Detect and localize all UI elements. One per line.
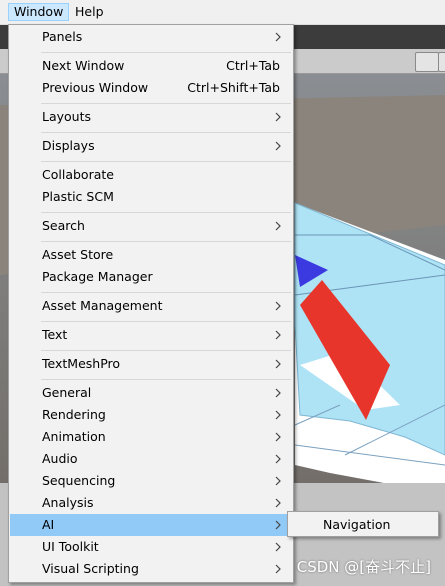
menu-item-panels[interactable]: Panels (10, 26, 292, 48)
menu-separator (41, 292, 291, 293)
menu-item-label: TextMeshPro (42, 356, 121, 371)
menu-separator (41, 132, 291, 133)
menu-separator (41, 161, 291, 162)
chevron-right-icon (275, 330, 281, 340)
menu-item-audio[interactable]: Audio (10, 448, 292, 470)
menu-item-text[interactable]: Text (10, 324, 292, 346)
menu-item-label: Sequencing (42, 473, 116, 488)
menu-item-ai[interactable]: AI (10, 514, 292, 536)
watermark: CSDN @[奋斗不止] (296, 558, 431, 576)
menu-item-plastic-scm[interactable]: Plastic SCM (10, 186, 292, 208)
menu-item-label: Collaborate (42, 167, 114, 182)
menu-item-next-window[interactable]: Next Window Ctrl+Tab (10, 55, 292, 77)
menu-item-layouts[interactable]: Layouts (10, 106, 292, 128)
menubar-help[interactable]: Help (70, 3, 109, 21)
menu-item-label: Search (42, 218, 85, 233)
menu-item-label: AI (42, 517, 55, 532)
chevron-right-icon (275, 112, 281, 122)
menu-item-displays[interactable]: Displays (10, 135, 292, 157)
menu-item-search[interactable]: Search (10, 215, 292, 237)
menu-separator (41, 350, 291, 351)
chevron-right-icon (275, 476, 281, 486)
menu-separator (41, 212, 291, 213)
menu-item-shortcut: Ctrl+Shift+Tab (187, 80, 280, 95)
menu-bar: Window Help (0, 0, 445, 25)
menu-item-label: Package Manager (42, 269, 153, 284)
menu-item-label: Next Window (42, 58, 125, 73)
menu-item-analysis[interactable]: Analysis (10, 492, 292, 514)
chevron-right-icon (275, 520, 281, 530)
menu-item-label: Layouts (42, 109, 92, 124)
chevron-right-icon (275, 221, 281, 231)
menu-item-label: Asset Store (42, 247, 114, 262)
menu-item-label: General (42, 385, 92, 400)
chevron-right-icon (275, 32, 281, 42)
menu-item-animation[interactable]: Animation (10, 426, 292, 448)
menu-item-label: Asset Management (42, 298, 163, 313)
chevron-right-icon (275, 410, 281, 420)
menu-item-package-manager[interactable]: Package Manager (10, 266, 292, 288)
menu-separator (41, 321, 291, 322)
menu-item-label: Navigation (323, 517, 391, 532)
menu-item-label: Analysis (42, 495, 94, 510)
menu-item-previous-window[interactable]: Previous Window Ctrl+Shift+Tab (10, 77, 292, 99)
chevron-right-icon (275, 301, 281, 311)
menubar-window[interactable]: Window (8, 3, 70, 21)
chevron-right-icon (275, 542, 281, 552)
window-menu: Panels Next Window Ctrl+Tab Previous Win… (8, 24, 294, 583)
menu-item-label: Text (42, 327, 68, 342)
menu-separator (41, 52, 291, 53)
chevron-right-icon (275, 498, 281, 508)
menu-item-label: Rendering (42, 407, 106, 422)
menu-separator (41, 379, 291, 380)
menu-separator (41, 241, 291, 242)
left-panel-strip (0, 484, 8, 586)
menu-item-label: Audio (42, 451, 78, 466)
menu-item-visual-scripting[interactable]: Visual Scripting (10, 558, 292, 580)
menu-item-ui-toolkit[interactable]: UI Toolkit (10, 536, 292, 558)
menu-item-asset-store[interactable]: Asset Store (10, 244, 292, 266)
menu-separator (41, 103, 291, 104)
menu-item-label: Plastic SCM (42, 189, 114, 204)
menu-item-label: Panels (42, 29, 83, 44)
menu-item-navigation[interactable]: Navigation (290, 514, 436, 535)
ai-submenu: Navigation (287, 511, 439, 537)
menu-item-collaborate[interactable]: Collaborate (10, 164, 292, 186)
chevron-right-icon (275, 388, 281, 398)
menu-item-label: Previous Window (42, 80, 149, 95)
menu-item-label: Displays (42, 138, 95, 153)
menu-item-asset-management[interactable]: Asset Management (10, 295, 292, 317)
chevron-right-icon (275, 454, 281, 464)
chevron-right-icon (275, 141, 281, 151)
menu-item-sequencing[interactable]: Sequencing (10, 470, 292, 492)
chevron-right-icon (275, 359, 281, 369)
menu-item-label: Visual Scripting (42, 561, 139, 576)
chevron-right-icon (275, 432, 281, 442)
menu-item-rendering[interactable]: Rendering (10, 404, 292, 426)
menu-item-textmeshpro[interactable]: TextMeshPro (10, 353, 292, 375)
menu-item-shortcut: Ctrl+Tab (226, 58, 280, 73)
menu-item-label: UI Toolkit (42, 539, 99, 554)
chevron-right-icon (275, 564, 281, 574)
menu-item-general[interactable]: General (10, 382, 292, 404)
menu-item-label: Animation (42, 429, 106, 444)
